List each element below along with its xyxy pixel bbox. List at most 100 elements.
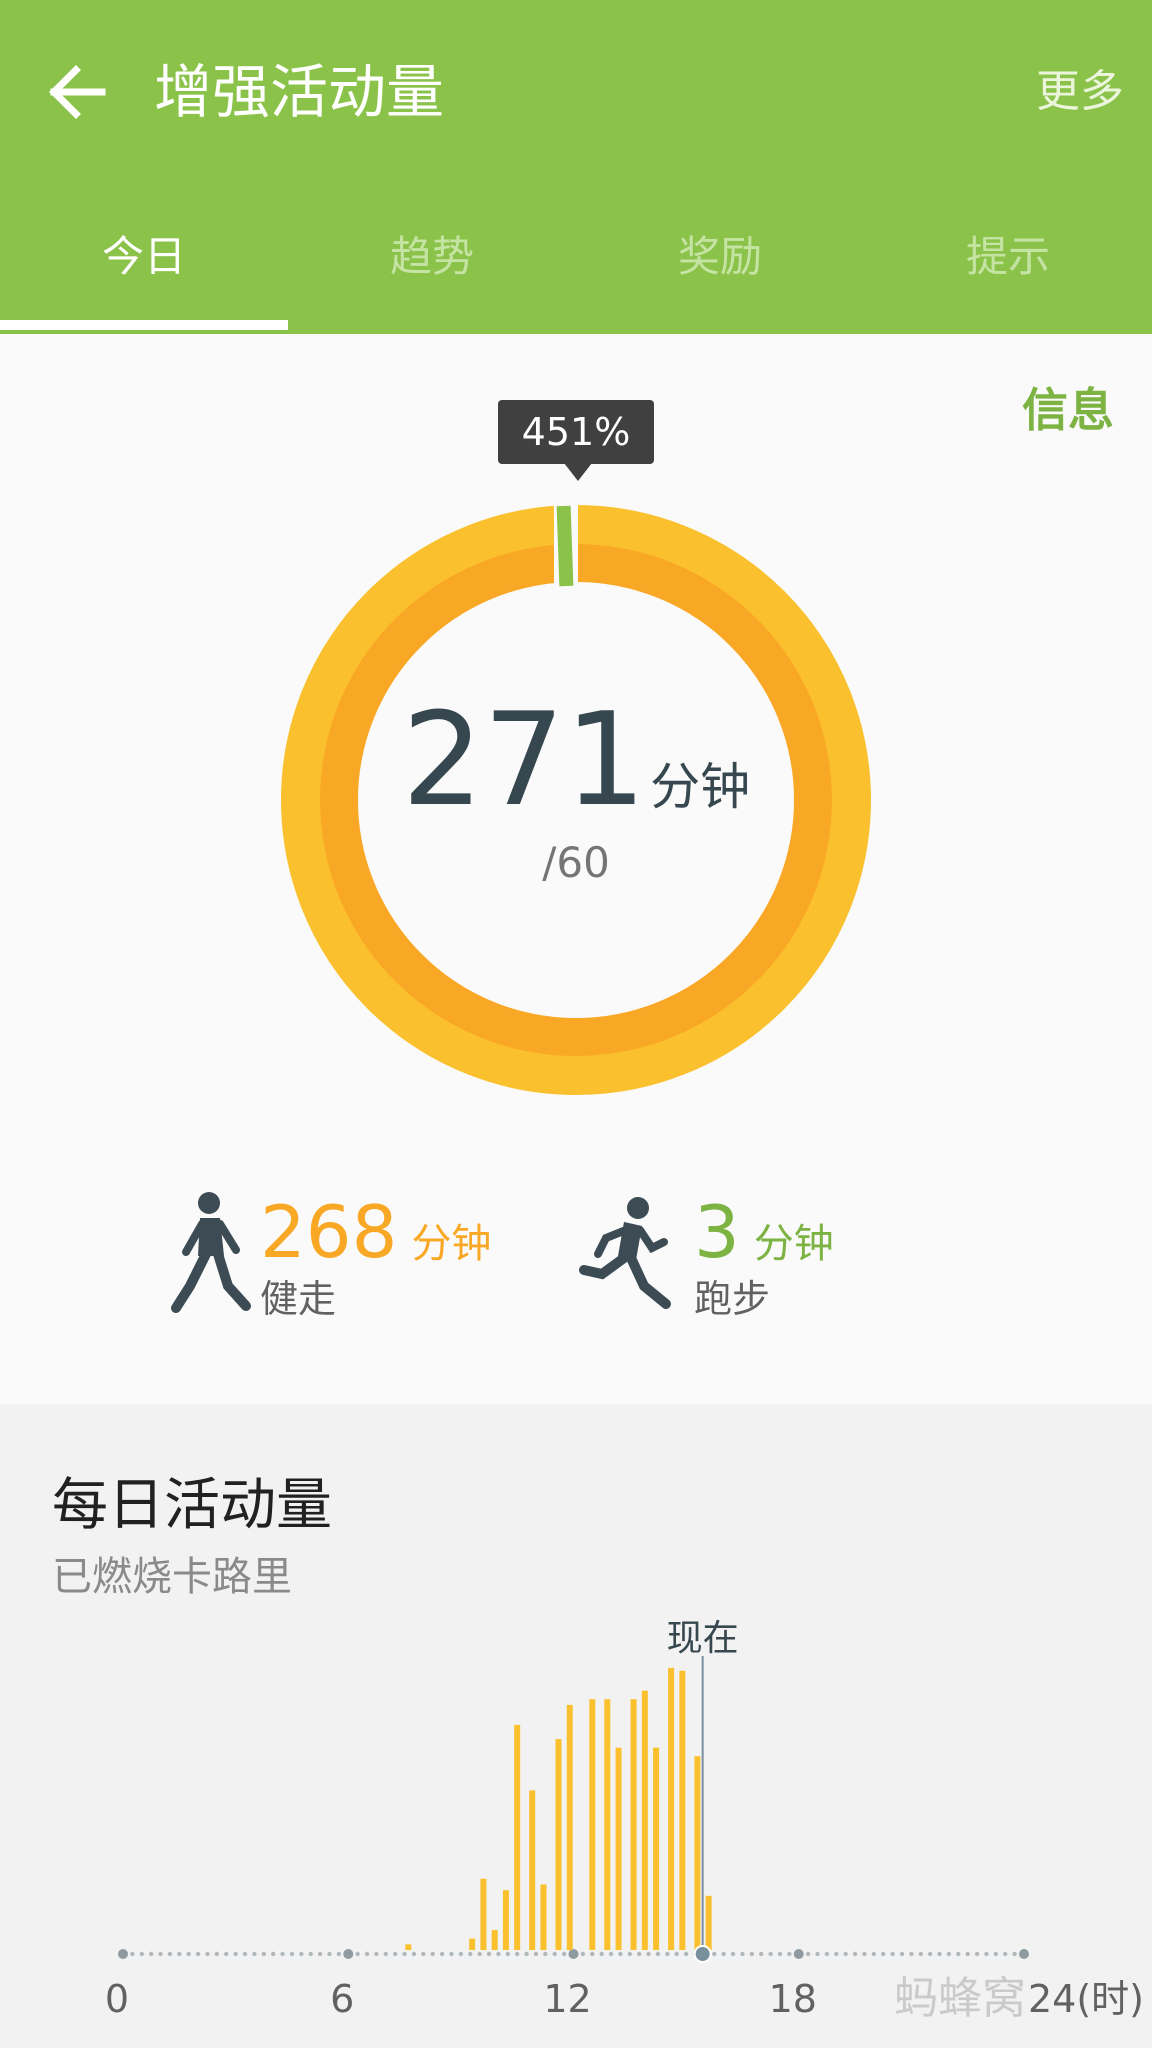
baseline-dot [665,1951,670,1957]
baseline-dot [252,1951,257,1957]
baseline-dot [824,1951,830,1957]
x-tick-mark [343,1949,354,1959]
activity-bar [641,1690,648,1950]
baseline-dot [937,1951,942,1957]
activity-bar [555,1739,562,1950]
activity-bar [529,1790,536,1950]
activity-bar [566,1704,573,1950]
baseline-dot [993,1951,999,1957]
baseline-dot [195,1951,201,1957]
baseline-dot [270,1951,276,1957]
baseline-dot [130,1951,135,1957]
baseline-dot [167,1951,173,1957]
baseline-dot [439,1951,445,1957]
baseline-dot [411,1951,417,1957]
baseline-dot [777,1951,783,1957]
baseline-dot [214,1951,220,1957]
baseline-dot [740,1951,745,1957]
baseline-dot [1012,1951,1017,1957]
baseline-dot [205,1951,210,1957]
baseline-dot [402,1951,407,1957]
baseline-dot [965,1951,970,1957]
baseline-dot [486,1951,492,1957]
baseline-dot [148,1951,154,1957]
activity-bar [491,1930,498,1950]
baseline-dot [759,1951,764,1957]
baseline-dot [608,1951,614,1957]
baseline-dot [1003,1951,1008,1957]
activity-bar [502,1890,509,1950]
baseline-dot [552,1951,557,1957]
baseline-dot [580,1951,586,1957]
baseline-dot [430,1951,435,1957]
baseline-dot [946,1951,952,1957]
baseline-dot [852,1951,858,1957]
baseline-dot [636,1951,642,1957]
baseline-dot [899,1951,905,1957]
baseline-dot [627,1951,633,1957]
baseline-dot [242,1951,248,1957]
activity-bar [540,1884,547,1950]
baseline-dot [392,1951,398,1957]
now-marker [693,1945,712,1963]
baseline-dot [514,1951,520,1957]
baseline-dot [674,1951,679,1957]
x-tick-mark [793,1949,804,1959]
baseline-dot [364,1951,370,1957]
baseline-dot [308,1951,313,1957]
baseline-dot [843,1951,848,1957]
baseline-dot [834,1951,839,1957]
baseline-dot [449,1951,454,1957]
activity-bar [615,1747,622,1950]
activity-bar [668,1667,675,1950]
baseline-dot [158,1951,163,1957]
baseline-dot [590,1951,595,1957]
baseline-dot [496,1951,501,1957]
baseline-dot [280,1951,285,1957]
activity-bar [480,1878,487,1950]
x-tick-mark [568,1949,579,1959]
activity-bar [514,1724,521,1950]
baseline-dot [139,1951,144,1957]
baseline-dot [862,1951,867,1957]
baseline-dot [374,1951,379,1957]
baseline-dot [383,1951,388,1957]
baseline-dot [683,1951,689,1957]
baseline-dot [327,1951,332,1957]
baseline-dot [871,1951,877,1957]
activity-bar [405,1944,412,1950]
baseline-dot [289,1951,295,1957]
baseline-dot [956,1951,961,1957]
baseline-dot [768,1951,773,1957]
baseline-dot [561,1951,567,1957]
baseline-dot [317,1951,323,1957]
baseline-dot [927,1951,933,1957]
now-label: 现在 [667,1618,739,1659]
baseline-dot [909,1951,914,1957]
baseline-dot [655,1951,661,1957]
x-tick-mark [118,1949,128,1959]
hourly-activity-chart: 0 6 12 18 24(时) 现在 [105,1618,1144,2021]
x-tick-label: 18 [769,1977,817,2021]
activity-bar [679,1670,686,1950]
baseline-dot [458,1951,464,1957]
baseline-dot [177,1951,182,1957]
baseline-dot [468,1951,473,1957]
baseline-dot [477,1951,482,1957]
baseline-dot [646,1951,651,1957]
baseline-dot [224,1951,229,1957]
baseline-dot [712,1951,717,1957]
baseline-dot [974,1951,980,1957]
x-tick-label: 12 [543,1977,591,2021]
baseline-dot [815,1951,820,1957]
baseline-dot [787,1951,792,1957]
activity-bar [604,1699,611,1950]
activity-bar [630,1699,637,1950]
baseline-dot [524,1951,529,1957]
x-tick-label: 6 [330,1977,354,2021]
baseline-dot [505,1951,511,1957]
activity-bar [705,1895,712,1950]
baseline-dot [233,1951,238,1957]
baseline-dot [618,1951,623,1957]
baseline-dot [543,1951,548,1957]
